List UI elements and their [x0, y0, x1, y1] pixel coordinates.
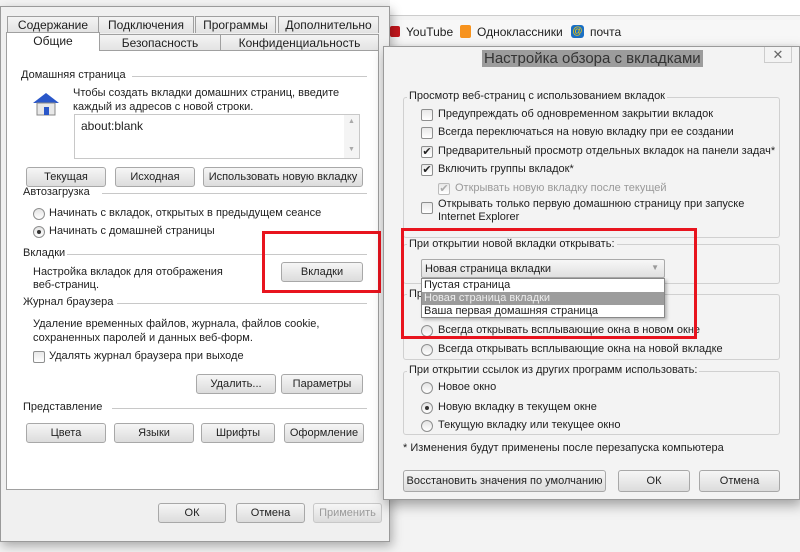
tabbed-browsing-title: Просмотр веб-страниц с использованием вк… [407, 90, 667, 102]
tab-general[interactable]: Общие [6, 32, 100, 51]
youtube-icon [390, 26, 400, 37]
startup-option-label: Начинать с домашней страницы [49, 225, 215, 237]
dialog-title: Настройка обзора с вкладками [482, 50, 703, 67]
warn-close-tabs-checkbox[interactable] [421, 109, 433, 121]
checkbox-label-2: Internet Explorer [438, 211, 520, 223]
startup-home-page-radio[interactable] [33, 226, 45, 238]
highlight-box-new-tab [401, 228, 697, 339]
home-icon [31, 91, 61, 117]
favorite-youtube[interactable]: YouTube [406, 25, 453, 39]
history-settings-button[interactable]: Параметры [281, 374, 363, 394]
languages-button[interactable]: Языки [114, 423, 194, 443]
home-page-textarea[interactable]: about:blank ▲ ▼ [74, 114, 360, 159]
first-home-page-checkbox[interactable] [421, 202, 433, 214]
tabs-section-title: Вкладки [23, 247, 66, 259]
use-default-button[interactable]: Исходная [115, 167, 195, 187]
favorite-odnoklassniki[interactable]: Одноклассники [477, 25, 563, 39]
tab-connections[interactable]: Подключения [98, 16, 194, 33]
tab-advanced[interactable]: Дополнительно [278, 16, 379, 33]
delete-history-on-exit-label: Удалять журнал браузера при выходе [49, 350, 244, 362]
startup-previous-session-radio[interactable] [33, 208, 45, 220]
startup-section-title: Автозагрузка [23, 186, 90, 198]
history-description: Удаление временных файлов, журнала, файл… [33, 318, 320, 330]
cancel-button[interactable]: Отмена [699, 470, 780, 492]
appearance-section-title: Представление [23, 401, 103, 413]
delete-history-on-exit-checkbox[interactable] [33, 351, 45, 363]
switch-new-tab-checkbox[interactable] [421, 127, 433, 139]
cancel-button[interactable]: Отмена [236, 503, 305, 523]
tabs-description: Настройка вкладок для отображения [33, 266, 223, 278]
links-current-tab-radio[interactable] [421, 420, 433, 432]
checkbox-label: Предварительный просмотр отдельных вклад… [438, 145, 776, 157]
external-links-title: При открытии ссылок из других программ и… [407, 364, 700, 376]
restart-note: * Изменения будут применены после переза… [403, 442, 724, 454]
fonts-button[interactable]: Шрифты [201, 423, 275, 443]
checkbox-label: Открывать только первую домашнюю страниц… [438, 198, 745, 210]
history-description-2: сохраненных паролей и данных веб-форм. [33, 332, 253, 344]
popup-new-tab-radio[interactable] [421, 344, 433, 356]
ok-button[interactable]: ОК [618, 470, 690, 492]
delete-button[interactable]: Удалить... [196, 374, 276, 394]
checkbox-label: Включить группы вкладок* [438, 163, 574, 175]
radio-label: Новую вкладку в текущем окне [438, 401, 597, 413]
home-section-title: Домашняя страница [21, 69, 126, 81]
odnoklassniki-icon [460, 25, 471, 38]
tab-programs[interactable]: Программы [195, 16, 276, 33]
ok-button[interactable]: ОК [158, 503, 226, 523]
textarea-scrollbar[interactable]: ▲ ▼ [344, 115, 359, 158]
tab-groups-checkbox[interactable]: ✔ [421, 164, 433, 176]
highlight-box-tabs-button [262, 231, 381, 293]
browser-address-bar[interactable] [390, 0, 800, 16]
restore-defaults-button[interactable]: Восстановить значения по умолчанию [403, 470, 606, 492]
favorite-mail[interactable]: почта [590, 25, 621, 39]
apply-button[interactable]: Применить [313, 503, 382, 523]
links-new-window-radio[interactable] [421, 382, 433, 394]
home-page-value: about:blank [81, 119, 144, 133]
radio-label: Текущую вкладку или текущее окно [438, 419, 621, 431]
radio-label: Всегда открывать всплывающие окна на нов… [438, 343, 723, 355]
home-description: Чтобы создать вкладки домашних страниц, … [73, 87, 340, 99]
tabs-description-2: веб-страниц. [33, 279, 100, 291]
checkbox-label: Всегда переключаться на новую вкладку пр… [438, 126, 734, 138]
tab-content[interactable]: Содержание [7, 16, 99, 33]
home-description-2: каждый из адресов с новой строки. [73, 101, 254, 113]
tab-privacy[interactable]: Конфиденциальность [220, 34, 379, 51]
favorites-bar: YouTube Одноклассники @ почта [390, 20, 800, 44]
use-current-button[interactable]: Текущая [26, 167, 106, 187]
links-new-tab-radio[interactable] [421, 402, 433, 414]
startup-option-label: Начинать с вкладок, открытых в предыдуще… [49, 207, 322, 219]
colors-button[interactable]: Цвета [26, 423, 106, 443]
accessibility-button[interactable]: Оформление [284, 423, 364, 443]
checkbox-label: Предупреждать об одновременном закрытии … [438, 108, 714, 120]
history-section-title: Журнал браузера [23, 296, 114, 308]
tab-security[interactable]: Безопасность [99, 34, 221, 51]
radio-label: Новое окно [438, 381, 497, 393]
use-new-tab-button[interactable]: Использовать новую вкладку [203, 167, 363, 187]
open-after-current-checkbox[interactable]: ✔ [438, 183, 450, 195]
close-icon[interactable]: ✕ [764, 47, 792, 63]
mail-icon: @ [571, 25, 584, 38]
checkbox-label: Открывать новую вкладку после текущей [455, 182, 667, 194]
taskbar-preview-checkbox[interactable]: ✔ [421, 146, 433, 158]
